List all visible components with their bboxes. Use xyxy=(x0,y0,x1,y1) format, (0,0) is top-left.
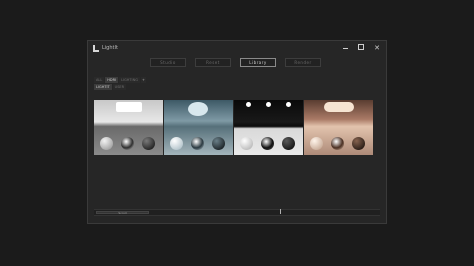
tab-library[interactable]: Library xyxy=(240,58,276,67)
sphere-diffuse xyxy=(240,137,253,150)
sphere-chrome xyxy=(261,137,274,150)
light-spot xyxy=(266,102,271,107)
tab-reset[interactable]: Reset xyxy=(195,58,231,67)
sphere-diffuse xyxy=(170,137,183,150)
sphere-diffuse xyxy=(100,137,113,150)
horizontal-scrollbar[interactable]: Scroll xyxy=(94,209,380,216)
source-user[interactable]: USER xyxy=(112,84,127,90)
app-logo-icon xyxy=(93,44,99,52)
tab-render[interactable]: Render xyxy=(285,58,321,67)
hdri-thumbnail[interactable] xyxy=(164,100,233,155)
sphere-chrome xyxy=(121,137,134,150)
sphere-gloss xyxy=(142,137,155,150)
maximize-icon xyxy=(358,44,364,50)
scrollbar-thumb[interactable]: Scroll xyxy=(96,211,149,215)
source-lightit[interactable]: LIGHTIT xyxy=(94,84,112,90)
filter-lighting[interactable]: LIGHTING xyxy=(119,77,140,83)
sphere-diffuse xyxy=(310,137,323,150)
hdri-grid xyxy=(94,100,373,155)
add-filter-button[interactable]: + xyxy=(140,77,146,83)
title-bar[interactable]: LightIt ✕ xyxy=(88,41,386,55)
light-panel xyxy=(116,102,142,112)
scroll-marker xyxy=(280,209,281,214)
filter-all[interactable]: ALL xyxy=(94,77,105,83)
hdri-thumbnail[interactable] xyxy=(304,100,373,155)
app-window: LightIt ✕ Studio Reset Library Render AL… xyxy=(87,40,387,224)
hdri-thumbnail[interactable] xyxy=(94,100,163,155)
source-tabs: LIGHTIT USER xyxy=(94,84,127,90)
light-window xyxy=(324,102,354,112)
sphere-gloss xyxy=(282,137,295,150)
light-glow xyxy=(188,102,208,116)
maximize-button[interactable] xyxy=(358,44,364,52)
filter-tabs: ALL HDRI LIGHTING + xyxy=(94,77,146,83)
sphere-chrome xyxy=(331,137,344,150)
sphere-gloss xyxy=(352,137,365,150)
filter-hdri[interactable]: HDRI xyxy=(105,77,119,83)
main-tabs: Studio Reset Library Render xyxy=(150,58,321,67)
app-title: LightIt xyxy=(102,45,118,51)
hdri-thumbnail[interactable] xyxy=(234,100,303,155)
light-spot xyxy=(246,102,251,107)
tab-studio[interactable]: Studio xyxy=(150,58,186,67)
minimize-button[interactable] xyxy=(342,45,348,51)
light-spot xyxy=(286,102,291,107)
sphere-chrome xyxy=(191,137,204,150)
sphere-gloss xyxy=(212,137,225,150)
minimize-icon xyxy=(342,48,348,49)
close-button[interactable]: ✕ xyxy=(374,45,380,52)
